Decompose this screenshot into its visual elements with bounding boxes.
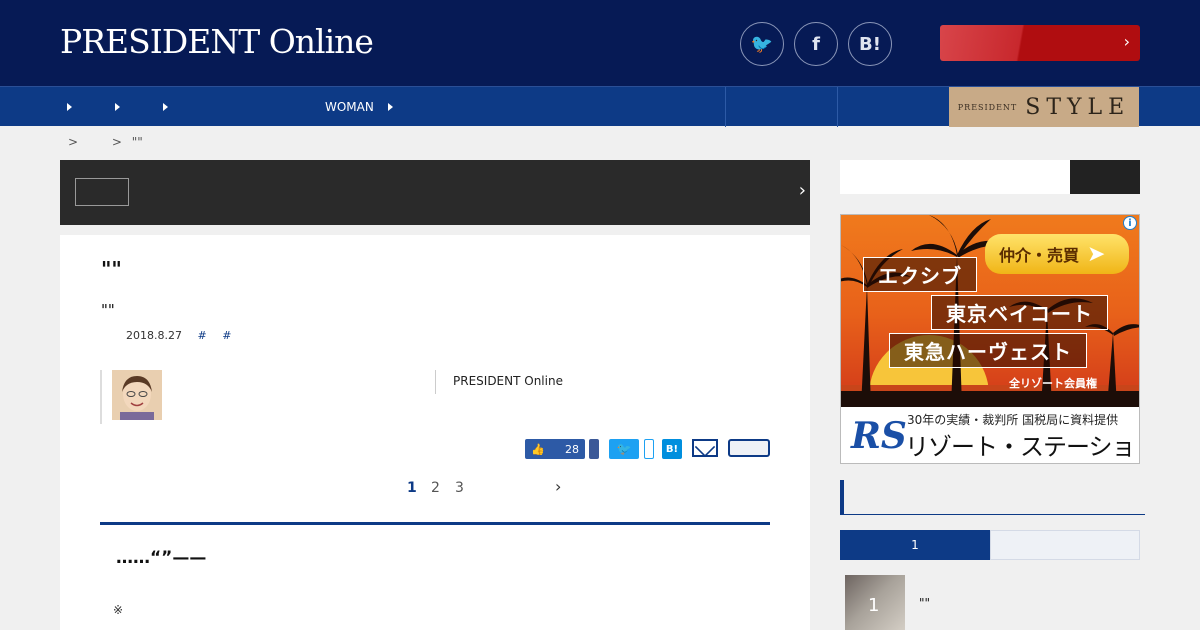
ad-banner[interactable]: 仲介・売買 ➤ エクシブ 東京ベイコート 東急ハーヴェスト 全リゾート会員権 R… [840,214,1140,464]
ad-cta-pill[interactable]: 仲介・売買 ➤ [985,234,1129,274]
hashtag-link[interactable]: # [197,329,206,342]
ranking-tab[interactable] [990,530,1140,560]
breadcrumb-current: "" [131,135,143,149]
article-meta: 2018.8.27 # # [126,329,231,342]
style-logo-small: PRESIDENT [957,102,1018,112]
ad-ribbon: エクシブ [863,257,977,292]
twitter-icon: 🐦 [616,442,632,456]
caret-right-icon [115,103,120,111]
facebook-like-button[interactable]: 👍 28 [525,439,585,459]
nav-item-label: WOMAN [325,100,374,114]
hatena-bookmark-icon[interactable]: B! [848,22,892,66]
hashtag-link[interactable]: # [222,329,231,342]
ranking-heading [840,480,1145,515]
caret-right-icon [67,103,72,111]
category-tag[interactable] [75,178,129,206]
twitter-icon[interactable]: 🐦 [740,22,784,66]
article-title: "" [101,257,122,281]
nav-divider [725,87,726,127]
author-divider [100,370,102,424]
article-card: "" "" 2018.8.27 # # PRESIDENT Online 👍 2… [60,235,810,630]
breadcrumb-separator: > [111,135,122,149]
site-logo[interactable]: PRESIDENT Online [60,22,374,61]
ad-caption: 全リゾート会員権 [1009,377,1097,390]
nav-divider [837,87,838,127]
facebook-share-button[interactable] [589,439,599,459]
hatena-bookmark-button[interactable]: B! [662,439,682,459]
thumbs-up-icon: 👍 [531,442,545,456]
nav-item-woman[interactable]: WOMAN [325,87,393,127]
breadcrumb-separator: > [68,135,79,149]
main-nav: WOMAN PRESIDENT STYLE [0,86,1200,127]
page-link-1[interactable]: 1 [407,480,417,496]
mail-icon[interactable] [692,439,718,457]
chevron-right-icon: › [798,180,806,201]
article-subtitle: "" [101,301,115,319]
caret-right-icon [387,103,393,111]
ad-cta-label: 仲介・売買 [999,246,1080,265]
ad-info-icon[interactable]: i [1123,216,1137,230]
ranking-title[interactable]: "" [919,596,930,610]
chevron-right-icon: › [1123,32,1130,51]
tweet-button[interactable]: 🐦 [609,439,639,459]
arrow-right-icon: ➤ [1087,241,1106,267]
ad-brand: リゾート・ステーション [905,433,1136,461]
site-header: PRESIDENT Online 🐦 f B! › [0,0,1200,86]
pocket-button[interactable] [728,439,770,457]
ad-footer: RS 30年の実績・裁判所 国税局に資料提供 リゾート・ステーション [841,407,1139,463]
article-date: 2018.8.27 [126,329,182,342]
ad-ribbon: 東急ハーヴェスト [889,333,1087,368]
search-button[interactable] [1070,160,1140,194]
style-logo-big: STYLE [1025,94,1131,120]
section-heading: ……“”—— [116,548,207,568]
page-link-2[interactable]: 2 [431,480,440,496]
ad-ribbon: 東京ベイコート [931,295,1108,330]
caret-right-icon [163,103,168,111]
page-link-3[interactable]: 3 [455,480,464,496]
promo-button[interactable]: › [940,25,1140,61]
president-style-link[interactable]: PRESIDENT STYLE [949,87,1139,127]
author-avatar[interactable] [112,370,162,420]
breadcrumb: > > "" [68,135,143,149]
facebook-icon[interactable]: f [794,22,838,66]
article-note: ※ [113,603,124,617]
nav-item-2[interactable] [110,87,120,127]
like-count: 28 [565,442,579,456]
search-input[interactable] [840,160,1070,194]
author-affiliation: PRESIDENT Online [453,374,563,388]
ranking-number: 1 [868,595,880,616]
next-page-icon[interactable]: › [555,477,561,496]
nav-item-3[interactable] [158,87,168,127]
tweet-count [644,439,654,459]
nav-item-1[interactable] [62,87,72,127]
section-rule [100,522,770,525]
resort-station-logo: RS [851,415,907,457]
author-divider [435,370,436,394]
category-banner[interactable]: › [60,160,810,225]
avatar-image [112,370,162,420]
ranking-tab-active[interactable]: 1 [840,530,990,560]
ad-tagline: 30年の実績・裁判所 国税局に資料提供 [907,413,1119,427]
